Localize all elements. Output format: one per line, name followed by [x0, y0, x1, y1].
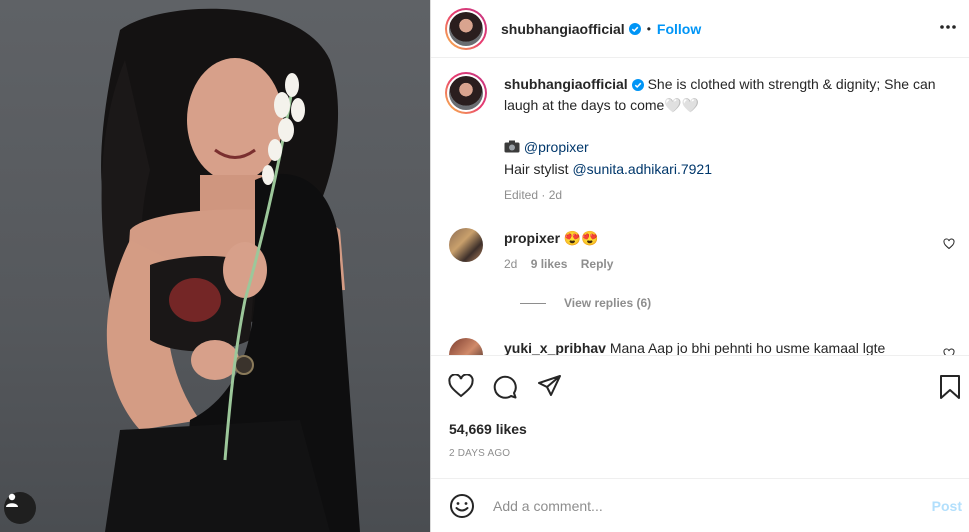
comment-meta: 2d 9 likes Reply	[504, 257, 613, 271]
photographer-mention[interactable]: @propixer	[524, 139, 589, 155]
post-comment-button[interactable]: Post	[932, 498, 962, 514]
commenter-username[interactable]: yuki_x_pribhav	[504, 340, 606, 355]
comment-likes[interactable]: 9 likes	[531, 257, 568, 271]
view-replies-button[interactable]: View replies (6)	[520, 296, 651, 310]
hairstylist-mention[interactable]: @sunita.adhikari.7921	[572, 161, 712, 177]
comment-icon[interactable]	[492, 374, 518, 400]
caption-avatar[interactable]	[445, 72, 487, 114]
reply-button[interactable]: Reply	[581, 257, 614, 271]
caption-meta: Edited · 2d	[504, 187, 563, 202]
emoji-icon[interactable]	[449, 493, 475, 519]
photo-credit-line: @propixer	[504, 137, 954, 159]
comment-like-icon[interactable]	[943, 238, 955, 250]
hair-credit-label: Hair stylist	[504, 160, 569, 177]
author-username[interactable]: shubhangiaofficial	[501, 21, 625, 37]
post-header: shubhangiaofficial • Follow	[431, 0, 969, 58]
bookmark-icon[interactable]	[939, 374, 961, 400]
verified-badge-icon	[631, 79, 644, 92]
commenter-username[interactable]: propixer	[504, 230, 560, 246]
caption-username[interactable]: shubhangiaofficial	[504, 76, 628, 92]
action-bar	[431, 356, 969, 416]
comment-text: Mana Aap jo bhi pehnti ho usme kamaal lg…	[609, 340, 886, 356]
comment-text: 😍😍	[563, 230, 599, 246]
verified-badge-icon	[628, 22, 641, 35]
header-separator: •	[646, 21, 651, 36]
add-comment-input[interactable]	[491, 496, 915, 515]
follow-button[interactable]: Follow	[657, 21, 701, 37]
author-avatar[interactable]	[445, 7, 487, 50]
user-tag-button[interactable]	[4, 492, 36, 524]
post-timestamp: 2 DAYS AGO	[449, 448, 511, 459]
camera-icon	[504, 138, 520, 159]
post-photo-illustration	[101, 8, 360, 532]
more-options-icon[interactable]	[938, 17, 958, 37]
share-icon[interactable]	[537, 374, 563, 398]
commenter-avatar[interactable]	[449, 338, 483, 355]
like-count[interactable]: 54,669 likes	[449, 421, 527, 437]
user-tag-icon	[6, 493, 18, 507]
commenter-avatar[interactable]	[449, 228, 483, 262]
comment-composer: Post	[431, 478, 969, 532]
hair-credit-line: Hair stylist @sunita.adhikari.7921	[504, 159, 954, 180]
comment-like-icon[interactable]	[943, 348, 955, 356]
heart-icon[interactable]	[448, 374, 474, 398]
post-side-panel: shubhangiaofficial • Follow shubhangiaof…	[430, 0, 969, 532]
comment-age: 2d	[504, 257, 518, 271]
caption-body: shubhangiaofficial She is clothed with s…	[504, 74, 954, 206]
post-image[interactable]	[0, 0, 430, 532]
comments-list[interactable]: shubhangiaofficial She is clothed with s…	[431, 58, 969, 356]
